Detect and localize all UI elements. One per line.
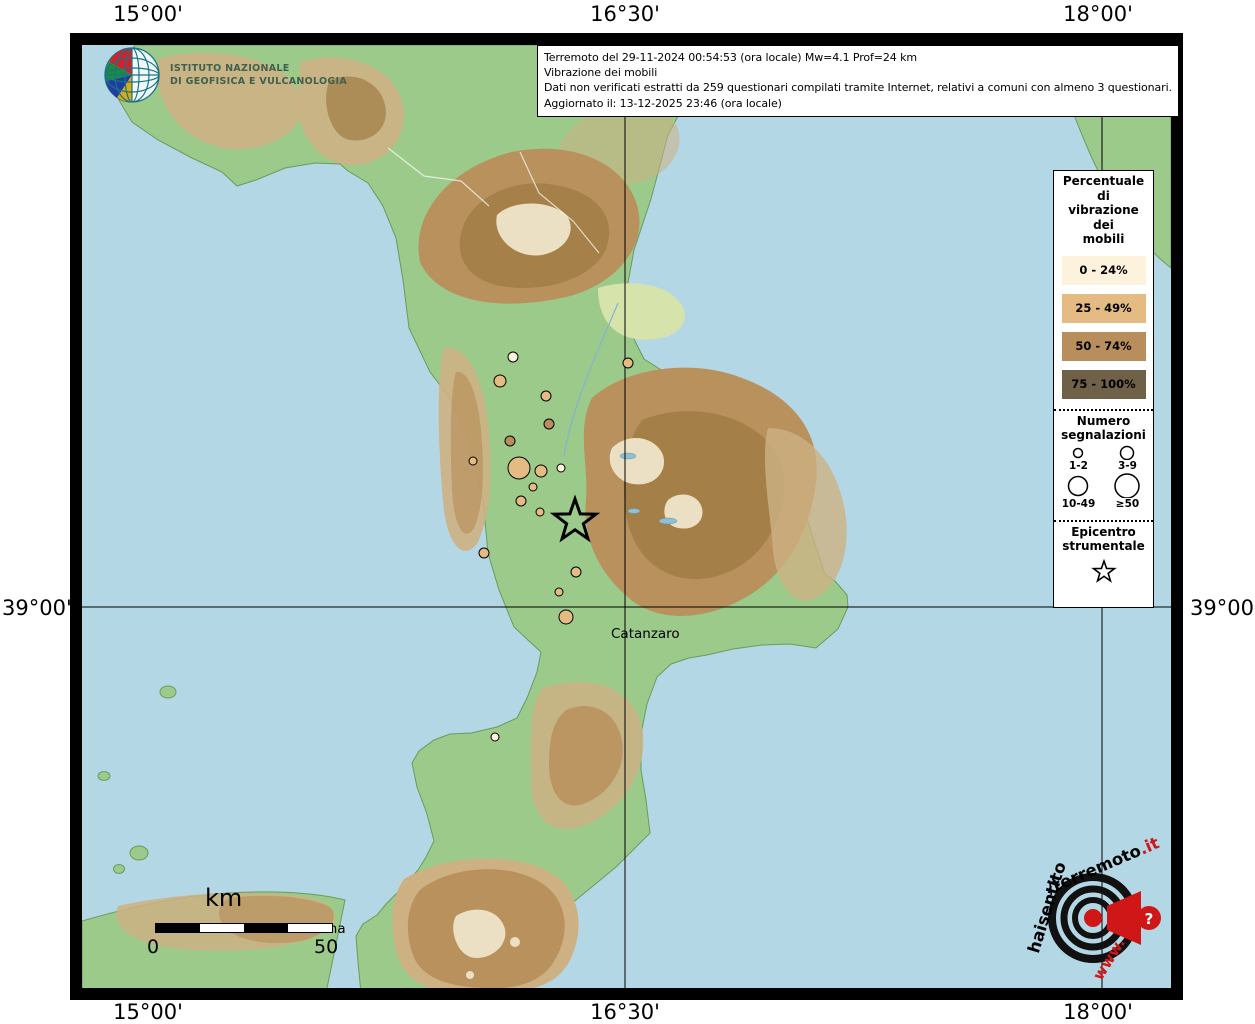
legend: Percentuale di vibrazione dei mobili 0 -… bbox=[1053, 170, 1154, 608]
report-marker bbox=[535, 465, 547, 477]
report-marker bbox=[516, 496, 526, 506]
scale-end-label: 50 bbox=[314, 936, 338, 958]
signal-circle-large-icon bbox=[1054, 472, 1103, 498]
ingv-logo-text: ISTITUTO NAZIONALE DI GEOFISICA E VULCAN… bbox=[170, 62, 347, 88]
report-marker bbox=[559, 610, 573, 624]
report-marker bbox=[505, 436, 515, 446]
legend-divider bbox=[1054, 520, 1153, 522]
legend-epicenter-title: Epicentro strumentale bbox=[1054, 525, 1153, 553]
map-page: 15°00' 16°30' 18°00' 15°00' 16°30' 18°00… bbox=[0, 0, 1255, 1024]
report-marker bbox=[491, 733, 499, 741]
lon-label-top-15: 15°00' bbox=[83, 2, 213, 26]
signal-circle-small-icon bbox=[1054, 444, 1103, 460]
report-marker bbox=[555, 588, 563, 596]
legend-title: Percentuale di vibrazione dei mobili bbox=[1054, 174, 1153, 247]
report-marker bbox=[469, 457, 477, 465]
report-marker bbox=[494, 375, 506, 387]
lat-label-right: 39°00' bbox=[1190, 596, 1255, 620]
report-marker bbox=[479, 548, 489, 558]
report-marker bbox=[508, 457, 530, 479]
title-line-1: Terremoto del 29-11-2024 00:54:53 (ora l… bbox=[544, 50, 1172, 65]
ingv-globe-logo bbox=[100, 45, 164, 107]
legend-swatch-75-100: 75 - 100% bbox=[1062, 370, 1146, 399]
city-label-catanzaro: Catanzaro bbox=[611, 626, 680, 642]
epicenter-star-icon bbox=[1084, 557, 1124, 585]
legend-swatch-50-74: 50 - 74% bbox=[1062, 332, 1146, 361]
lon-label-top-18: 18°00' bbox=[1033, 2, 1163, 26]
report-marker bbox=[571, 567, 581, 577]
title-line-2: Vibrazione dei mobili bbox=[544, 65, 1172, 80]
scale-bar bbox=[155, 923, 333, 933]
report-marker bbox=[623, 358, 633, 368]
legend-swatch-25-49: 25 - 49% bbox=[1062, 294, 1146, 323]
legend-signal-sizes: 1-2 3-9 10-49 ≥50 bbox=[1054, 444, 1153, 510]
lon-label-top-1630: 16°30' bbox=[560, 2, 690, 26]
title-box: Terremoto del 29-11-2024 00:54:53 (ora l… bbox=[537, 45, 1179, 117]
signal-size-3-9: 3-9 bbox=[1103, 444, 1152, 472]
lon-label-bottom-1630: 16°30' bbox=[560, 1000, 690, 1024]
scale-start-label: 0 bbox=[147, 936, 159, 958]
lon-label-bottom-18: 18°00' bbox=[1033, 1000, 1163, 1024]
signal-size-10-49: 10-49 bbox=[1054, 472, 1103, 510]
signal-circle-xlarge-icon bbox=[1103, 472, 1152, 498]
title-line-4: Aggiornato il: 13-12-2025 23:46 (ora loc… bbox=[544, 96, 1172, 111]
legend-divider bbox=[1054, 409, 1153, 411]
title-line-3: Dati non verificati estratti da 259 ques… bbox=[544, 80, 1172, 95]
logo-question-mark: ? bbox=[1145, 910, 1154, 928]
scale-unit-label: km bbox=[205, 884, 242, 912]
report-marker bbox=[557, 464, 565, 472]
report-marker bbox=[544, 419, 554, 429]
legend-swatch-0-24: 0 - 24% bbox=[1062, 256, 1146, 285]
logo-red-center bbox=[1084, 909, 1102, 927]
lat-label-left: 39°00' bbox=[2, 596, 64, 620]
lon-label-bottom-15: 15°00' bbox=[83, 1000, 213, 1024]
signal-circle-medium-icon bbox=[1103, 444, 1152, 460]
signal-size-1-2: 1-2 bbox=[1054, 444, 1103, 472]
report-marker bbox=[529, 483, 537, 491]
report-marker bbox=[541, 391, 551, 401]
legend-signals-title: Numero segnalazioni bbox=[1054, 414, 1153, 442]
report-marker bbox=[536, 508, 544, 516]
signal-size-50plus: ≥50 bbox=[1103, 472, 1152, 510]
report-marker bbox=[508, 352, 518, 362]
